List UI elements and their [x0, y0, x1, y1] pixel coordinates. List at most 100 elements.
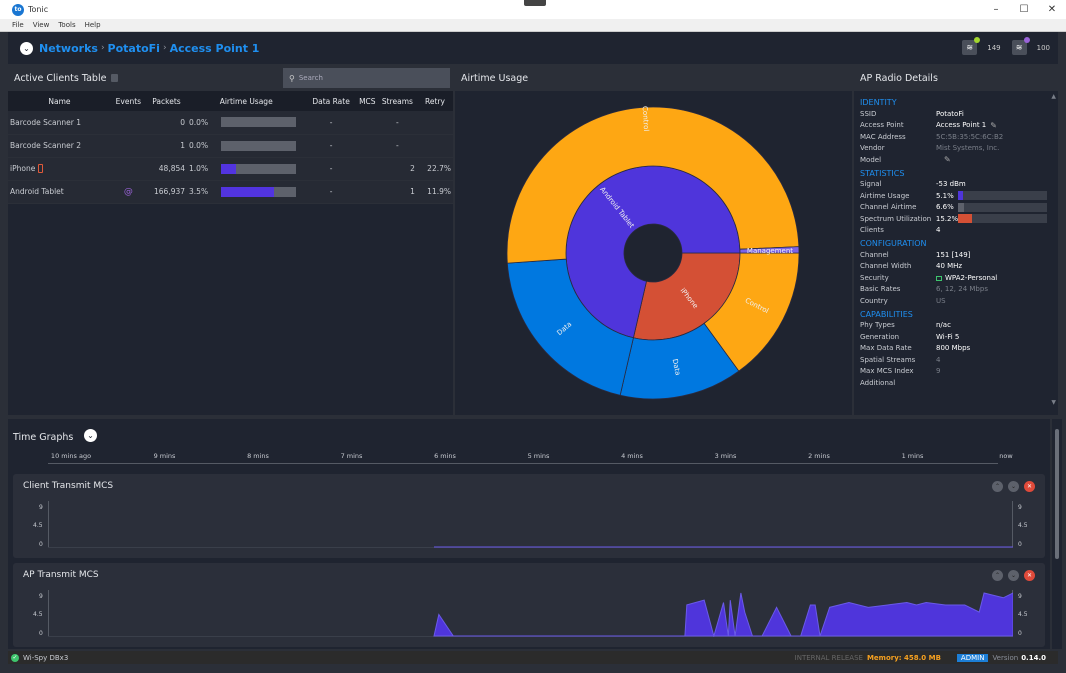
remove-graph-button[interactable]: ✕	[1024, 570, 1035, 581]
column-header-packets[interactable]: Packets	[146, 91, 187, 111]
time-graphs-scrollbar[interactable]	[1052, 419, 1062, 649]
menu-view[interactable]: View	[33, 21, 50, 29]
y-tick-label: 4.5	[33, 611, 43, 618]
menu-help[interactable]: Help	[85, 21, 101, 29]
table-row[interactable]: Barcode Scanner 1 0 0.0% - -	[8, 111, 453, 134]
column-header-events[interactable]: Events	[111, 91, 146, 111]
device-name[interactable]: Wi-Spy DBx3	[23, 654, 68, 662]
y-tick-label: 4.5	[1018, 522, 1028, 529]
data-rate-cell: -	[329, 187, 333, 196]
radio-149-button[interactable]: ≋	[962, 37, 981, 55]
column-header-mcs[interactable]: MCS	[357, 91, 378, 111]
move-down-button[interactable]: ⌄	[1008, 481, 1019, 492]
move-up-button[interactable]: ⌃	[992, 570, 1003, 581]
client-name: Barcode Scanner 2	[8, 134, 111, 157]
client-mcs-plot	[48, 501, 1013, 548]
retry-cell	[417, 134, 453, 157]
copy-icon[interactable]	[111, 74, 119, 82]
y-tick-label: 4.5	[33, 522, 43, 529]
client-transmit-mcs-graph: Client Transmit MCS ⌃ ⌄ ✕ 9 4.5 0 9 4.5 …	[13, 474, 1045, 558]
airtime-percent: 0.0%	[189, 117, 209, 127]
radio-100-button[interactable]: ≋	[1011, 37, 1030, 55]
move-down-button[interactable]: ⌄	[1008, 570, 1019, 581]
retry-cell	[417, 111, 453, 134]
time-tick-label: 5 mins	[527, 452, 550, 460]
column-header-data-rate[interactable]: Data Rate	[305, 91, 356, 111]
search-input[interactable]	[298, 74, 439, 82]
clients-table: Name Events Packets Airtime Usage Data R…	[8, 91, 453, 204]
client-name-text: Barcode Scanner 1	[10, 117, 81, 127]
breadcrumb-networks[interactable]: Networks	[39, 42, 98, 55]
app-logo-icon: to	[12, 3, 24, 16]
role-badge: ADMIN	[956, 653, 989, 662]
scrollbar-thumb[interactable]	[1055, 429, 1059, 559]
menu-file[interactable]: File	[12, 21, 24, 29]
airtime-label: Airtime Usage	[860, 191, 910, 200]
channel-width-value: 40 MHz	[936, 262, 963, 271]
column-header-streams[interactable]: Streams	[378, 91, 417, 111]
client-name-text: Barcode Scanner 2	[10, 141, 81, 150]
ap-transmit-mcs-graph: AP Transmit MCS ⌃ ⌄ ✕ 9 4.5 0 9 4.5 0	[13, 563, 1045, 647]
section-statistics: STATISTICS	[860, 168, 905, 178]
airtime-sunburst-chart: iPhoneAndroid TabletControlDataDataContr…	[506, 106, 800, 400]
column-header-airtime[interactable]: Airtime Usage	[187, 91, 305, 111]
channel-airtime-bar-fill	[958, 202, 964, 212]
vendor-value: Mist Systems, Inc.	[936, 144, 1000, 153]
status-bar: ✓ Wi-Spy DBx3 INTERNAL RELEASE Memory: 4…	[8, 651, 1058, 664]
close-icon: ✕	[1026, 572, 1033, 579]
security-label: Security	[860, 273, 889, 282]
minimize-button[interactable]: –	[982, 0, 1010, 19]
graph-title: Client Transmit MCS	[23, 481, 114, 491]
scroll-down-icon[interactable]: ▼	[1051, 399, 1056, 406]
remove-graph-button[interactable]: ✕	[1024, 481, 1035, 492]
menu-tools[interactable]: Tools	[58, 21, 75, 29]
time-graphs-toggle-button[interactable]: ⌄	[84, 429, 97, 442]
y-tick-label: 0	[39, 541, 43, 548]
channel-value: 151 [149]	[936, 250, 971, 259]
mcs-cell	[357, 157, 378, 180]
move-up-button[interactable]: ⌃	[992, 481, 1003, 492]
phy-types-value: n/ac	[936, 321, 951, 330]
y-tick-label: 0	[1018, 541, 1022, 548]
country-value: US	[936, 296, 946, 305]
airtime-bar	[221, 117, 297, 128]
generation-label: Generation	[860, 332, 900, 341]
client-name: Barcode Scanner 1	[8, 111, 111, 134]
y-tick-label: 9	[1018, 593, 1022, 600]
scroll-up-icon[interactable]: ▲	[1051, 93, 1056, 100]
breadcrumb-network[interactable]: PotatoFi	[108, 42, 160, 55]
nav-dropdown-button[interactable]: ⌄	[20, 41, 33, 55]
edit-pencil-icon[interactable]: ✎	[990, 121, 997, 130]
column-header-retry[interactable]: Retry	[417, 91, 453, 111]
streams-cell: 2	[410, 164, 415, 173]
max-data-rate-value: 800 Mbps	[936, 344, 971, 353]
check-circle-icon: ✓	[11, 653, 19, 662]
close-window-button[interactable]: ✕	[1038, 0, 1066, 19]
search-box[interactable]: ⚲	[283, 68, 450, 88]
time-tick-label: now	[999, 452, 1013, 460]
panel-title: Active Clients Table	[14, 72, 107, 84]
table-row[interactable]: iPhone 48,854 1.0% - 2 22.7%	[8, 157, 453, 180]
section-identity: IDENTITY	[860, 98, 897, 107]
version-value: 0.14.0	[1021, 653, 1046, 662]
chevron-up-icon: ⌃	[994, 572, 1001, 579]
channel-airtime-label: Channel Airtime	[860, 203, 917, 212]
maximize-button[interactable]: ☐	[1010, 0, 1038, 19]
basic-rates-label: Basic Rates	[860, 285, 901, 294]
airtime-bar-fill	[221, 163, 237, 174]
breadcrumb-access-point[interactable]: Access Point 1	[170, 42, 260, 55]
search-icon: ⚲	[289, 73, 295, 83]
spatial-streams-label: Spatial Streams	[860, 355, 916, 364]
mcs-cell	[357, 180, 378, 203]
edit-pencil-icon[interactable]: ✎	[944, 155, 951, 164]
table-row[interactable]: Android Tablet @166,937 3.5% - 1 11.9%	[8, 180, 453, 203]
column-header-name[interactable]: Name	[8, 91, 111, 111]
client-name: Android Tablet	[8, 180, 111, 203]
generation-value: Wi-Fi 5	[936, 332, 960, 341]
event-at-icon[interactable]: @	[124, 187, 133, 197]
table-row[interactable]: Barcode Scanner 2 1 0.0% - -	[8, 134, 453, 157]
close-icon: ✕	[1026, 483, 1033, 490]
breadcrumb-separator: ›	[100, 43, 105, 53]
airtime-value: 5.1%	[936, 191, 954, 200]
drag-grip[interactable]	[524, 0, 546, 6]
